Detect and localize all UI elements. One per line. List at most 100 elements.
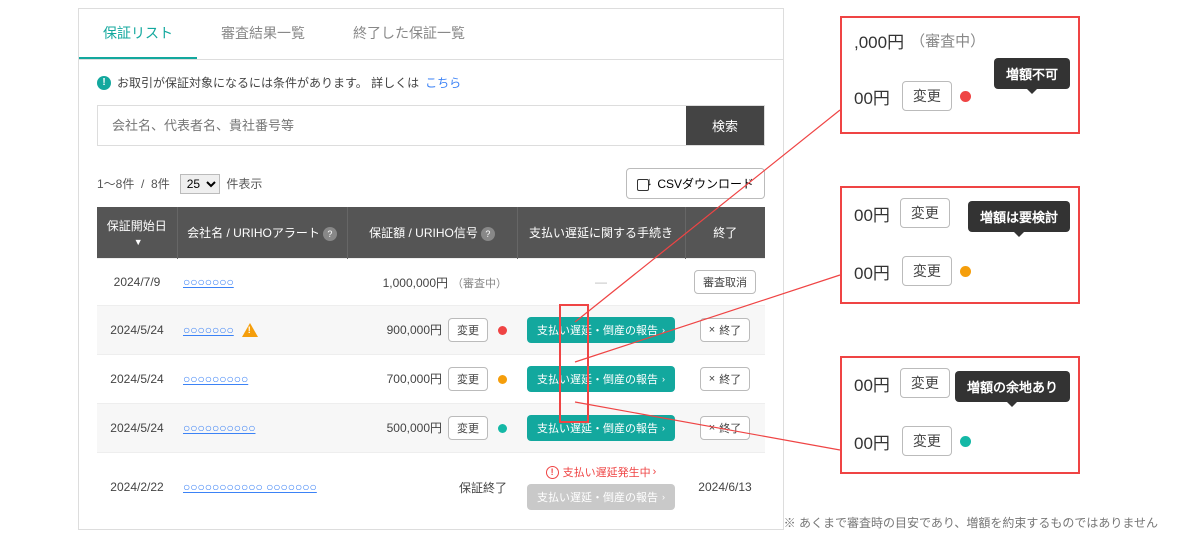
amount-text: 900,000円 (387, 323, 442, 337)
report-delay-button[interactable]: 支払い遅延・倒産の報告› (527, 366, 675, 392)
table-header-row: 保証開始日▼ 会社名 / URIHOアラート? 保証額 / URIHO信号? 支… (97, 207, 765, 259)
cell-start-date: 2024/7/9 (97, 259, 177, 306)
callout-increase-possible: 00円 変更 増額の余地あり 00円 変更 (840, 356, 1080, 474)
cell-amount: 1,000,000円 （審査中） (347, 259, 517, 306)
table-row: 2024/7/9 ○○○○○○○ 1,000,000円 （審査中） — 審査取消 (97, 259, 765, 306)
guarantee-table: 保証開始日▼ 会社名 / URIHOアラート? 保証額 / URIHO信号? 支… (97, 207, 765, 521)
cell-amount: 900,000円変更 (347, 306, 517, 355)
col-company: 会社名 / URIHOアラート? (177, 207, 347, 259)
callout-amount-2: 00円 (854, 84, 890, 109)
cancel-review-button[interactable]: 審査取消 (694, 270, 756, 294)
delay-warning: !支払い遅延発生中 › (546, 464, 657, 480)
amount-text: 1,000,000円 (383, 276, 448, 290)
callout-note: （審査中） (910, 30, 985, 51)
change-button[interactable]: 変更 (902, 256, 952, 286)
cell-delay: — (517, 259, 685, 306)
range-sep: / (141, 177, 144, 191)
cell-end: 終了 (685, 404, 765, 453)
change-button[interactable]: 変更 (448, 367, 488, 391)
cell-company: ○○○○○○○○○ (177, 355, 347, 404)
search-input[interactable] (98, 106, 686, 145)
search-button[interactable]: 検索 (686, 106, 764, 145)
cell-start-date: 2024/5/24 (97, 355, 177, 404)
amount-text: 500,000円 (387, 421, 442, 435)
col-end: 終了 (685, 207, 765, 259)
change-button[interactable]: 変更 (902, 426, 952, 456)
cell-delay: 支払い遅延・倒産の報告› (517, 355, 685, 404)
col-start-date[interactable]: 保証開始日▼ (97, 207, 177, 259)
notice-link[interactable]: こちら (425, 74, 461, 91)
company-link[interactable]: ○○○○○○○ (183, 275, 234, 289)
callout-amount: ,000円 (854, 28, 904, 53)
tab-guarantee-list[interactable]: 保証リスト (79, 9, 197, 59)
cell-start-date: 2024/5/24 (97, 404, 177, 453)
cell-start-date: 2024/5/24 (97, 306, 177, 355)
chevron-right-icon: › (662, 325, 665, 335)
cell-end: 審査取消 (685, 259, 765, 306)
cell-end: 終了 (685, 355, 765, 404)
cell-amount: 500,000円変更 (347, 404, 517, 453)
company-link[interactable]: ○○○○○○○ (183, 323, 234, 337)
cell-amount: 保証終了 (347, 453, 517, 522)
help-icon[interactable]: ? (481, 227, 495, 241)
cell-delay: 支払い遅延・倒産の報告› (517, 404, 685, 453)
company-link[interactable]: ○○○○○○○○○ (183, 372, 248, 386)
callout-amount: 00円 (854, 371, 890, 396)
amount-text: 700,000円 (387, 372, 442, 386)
table-row: 2024/5/24○○○○○○○900,000円変更支払い遅延・倒産の報告›終了 (97, 306, 765, 355)
report-delay-button[interactable]: 支払い遅延・倒産の報告› (527, 317, 675, 343)
notice-text: お取引が保証対象になるには条件があります。 詳しくは (117, 74, 419, 91)
tooltip-increase-unavailable: 増額不可 (994, 58, 1070, 89)
cell-start-date: 2024/2/22 (97, 453, 177, 522)
csv-download-button[interactable]: CSVダウンロード (626, 168, 765, 199)
change-button[interactable]: 変更 (448, 318, 488, 342)
report-delay-button[interactable]: 支払い遅延・倒産の報告› (527, 415, 675, 441)
tooltip-increase-review: 増額は要検討 (968, 201, 1070, 232)
cell-company: ○○○○○○○○○○○ ○○○○○○○ (177, 453, 347, 522)
cell-end: 2024/6/13 (685, 453, 765, 522)
cell-end: 終了 (685, 306, 765, 355)
cell-delay: 支払い遅延・倒産の報告› (517, 306, 685, 355)
change-button[interactable]: 変更 (900, 368, 950, 398)
per-page-suffix: 件表示 (226, 177, 262, 191)
col-amount: 保証額 / URIHO信号? (347, 207, 517, 259)
chevron-right-icon: › (653, 466, 657, 478)
info-icon: ! (97, 76, 111, 90)
per-page-select[interactable]: 25 (180, 174, 220, 194)
list-toolbar: 1〜8件 / 8件 25 件表示 CSVダウンロード (79, 162, 783, 207)
callout-amount-2: 00円 (854, 259, 890, 284)
tab-ended-guarantees[interactable]: 終了した保証一覧 (329, 9, 489, 59)
signal-dot-teal (960, 436, 971, 447)
cell-company: ○○○○○○○ (177, 306, 347, 355)
warning-icon: ! (546, 466, 559, 479)
chevron-right-icon: › (662, 492, 665, 502)
cell-delay: !支払い遅延発生中 › 支払い遅延・倒産の報告› (517, 453, 685, 522)
company-link[interactable]: ○○○○○○○○○○○ ○○○○○○○ (183, 480, 317, 494)
csv-label: CSVダウンロード (657, 175, 754, 192)
amount-note: （審査中） (452, 278, 507, 290)
total-text: 8件 (151, 177, 170, 191)
report-delay-button: 支払い遅延・倒産の報告› (527, 484, 675, 510)
cell-company: ○○○○○○○○○○ (177, 404, 347, 453)
col-delay: 支払い遅延に関する手続き (517, 207, 685, 259)
conditions-notice: ! お取引が保証対象になるには条件があります。 詳しくは こちら (79, 60, 783, 99)
end-button[interactable]: 終了 (700, 416, 750, 440)
change-button[interactable]: 変更 (448, 416, 488, 440)
help-icon[interactable]: ? (323, 227, 337, 241)
main-panel: 保証リスト 審査結果一覧 終了した保証一覧 ! お取引が保証対象になるには条件が… (78, 8, 784, 530)
download-icon (637, 177, 651, 191)
change-button[interactable]: 変更 (902, 81, 952, 111)
end-button[interactable]: 終了 (700, 318, 750, 342)
signal-dot-red (498, 326, 507, 335)
chevron-right-icon: › (662, 374, 665, 384)
table-row: 2024/5/24○○○○○○○○○700,000円変更支払い遅延・倒産の報告›… (97, 355, 765, 404)
tab-review-results[interactable]: 審査結果一覧 (197, 9, 329, 59)
end-button[interactable]: 終了 (700, 367, 750, 391)
amount-text: 保証終了 (459, 481, 507, 495)
callout-increase-unavailable: ,000円 （審査中） 増額不可 00円 変更 (840, 16, 1080, 134)
pagination-info: 1〜8件 / 8件 25 件表示 (97, 174, 262, 194)
cell-amount: 700,000円変更 (347, 355, 517, 404)
company-link[interactable]: ○○○○○○○○○○ (183, 421, 255, 435)
change-button[interactable]: 変更 (900, 198, 950, 228)
signal-dot-orange (960, 266, 971, 277)
